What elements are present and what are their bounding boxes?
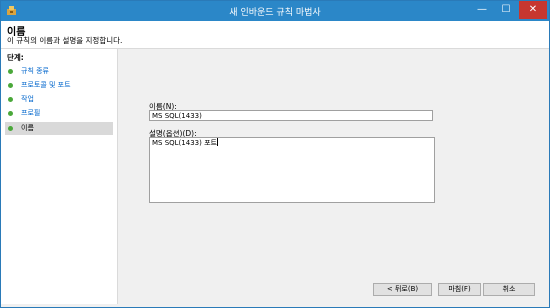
description-textarea[interactable]: MS SQL(1433) 포트	[149, 137, 435, 203]
step-profile[interactable]: 프로필	[5, 107, 113, 120]
title-bar[interactable]: 새 인바운드 규칙 마법사 — ☐ ✕	[1, 1, 549, 21]
maximize-button[interactable]: ☐	[495, 1, 517, 19]
step-label: 프로필	[21, 109, 41, 117]
step-label: 작업	[21, 95, 34, 103]
cancel-button[interactable]: 취소	[483, 283, 535, 296]
step-label: 프로토콜 및 포트	[21, 81, 71, 89]
wizard-window: 새 인바운드 규칙 마법사 — ☐ ✕ 이름 이 규칙의 이름과 설명을 지정합…	[0, 0, 550, 308]
window-title: 새 인바운드 규칙 마법사	[229, 8, 321, 18]
minimize-button[interactable]: —	[471, 1, 493, 19]
finish-button[interactable]: 마침(F)	[438, 283, 481, 296]
step-label: 규칙 종류	[21, 67, 49, 75]
close-button[interactable]: ✕	[519, 1, 547, 19]
text-caret	[216, 138, 218, 146]
step-bullet-icon	[8, 97, 13, 102]
step-bullet-icon	[8, 69, 13, 74]
step-protocol-port[interactable]: 프로토콜 및 포트	[5, 79, 113, 92]
step-bullet-icon	[8, 111, 13, 116]
name-input[interactable]: MS SQL(1433)	[149, 110, 433, 121]
back-button[interactable]: < 뒤로(B)	[373, 283, 432, 296]
step-bullet-icon	[8, 83, 13, 88]
step-name[interactable]: 이름	[5, 122, 113, 135]
step-label: 이름	[21, 124, 34, 132]
step-bullet-icon	[8, 126, 13, 131]
steps-panel: 단계: 규칙 종류 프로토콜 및 포트 작업 프로필 이름	[1, 49, 118, 304]
wizard-header: 이름 이 규칙의 이름과 설명을 지정합니다.	[1, 21, 549, 49]
step-rule-type[interactable]: 규칙 종류	[5, 65, 113, 78]
description-text: MS SQL(1433) 포트	[152, 139, 217, 147]
steps-label: 단계:	[7, 53, 24, 62]
step-action[interactable]: 작업	[5, 93, 113, 106]
page-description: 이 규칙의 이름과 설명을 지정합니다.	[7, 36, 123, 45]
